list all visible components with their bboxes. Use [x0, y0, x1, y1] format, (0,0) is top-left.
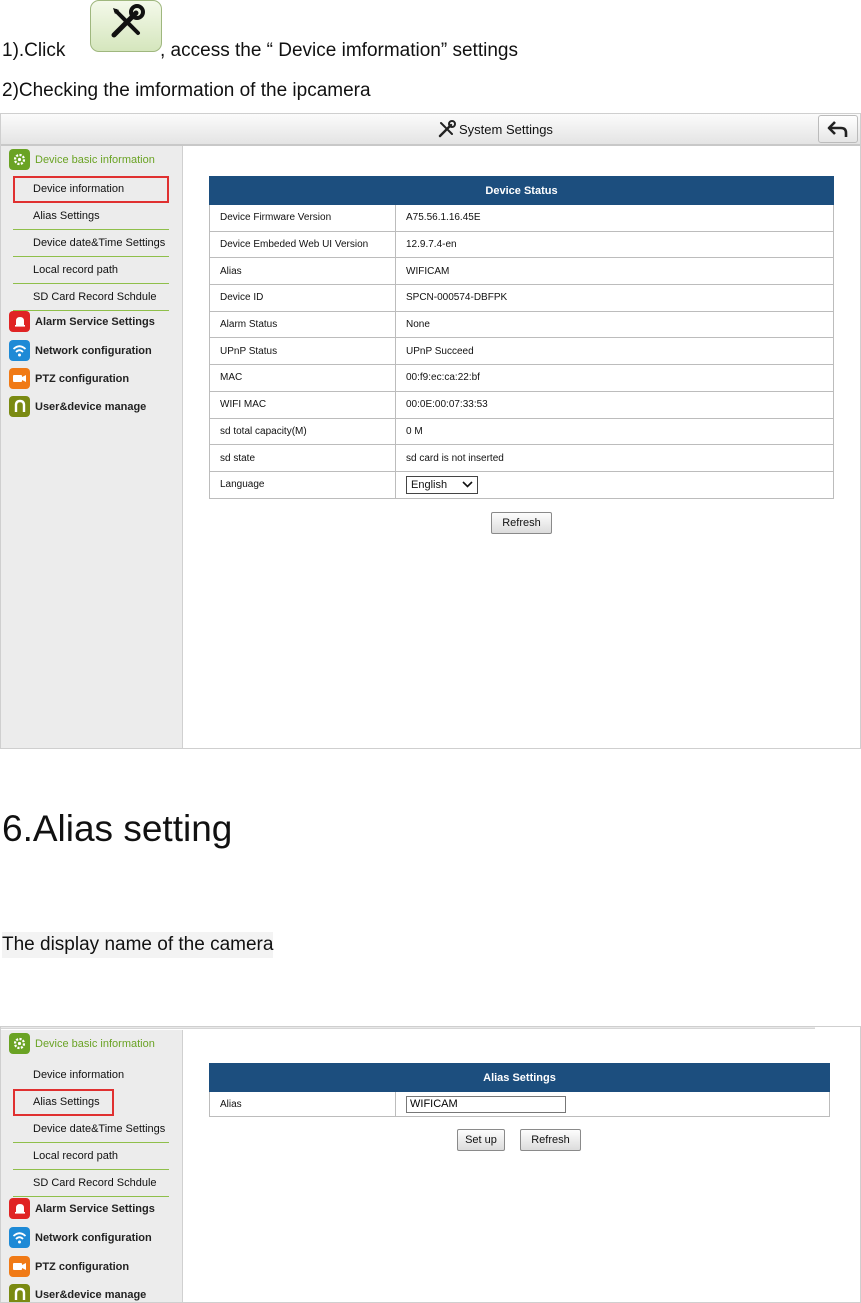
- table-row: Device Firmware Version A75.56.1.16.45E: [209, 204, 834, 232]
- status-label: sd state: [209, 444, 396, 472]
- table-row: Device Embeded Web UI Version 12.9.7.4-en: [209, 230, 834, 259]
- sidebar-item-device-information[interactable]: Device information: [13, 176, 169, 203]
- status-value: None: [395, 310, 834, 339]
- sidebar-item-date-time-settings[interactable]: Device date&Time Settings: [13, 1116, 169, 1143]
- wifi-icon: [9, 340, 30, 361]
- status-label: sd total capacity(M): [209, 417, 396, 446]
- sidebar-item-local-record-path[interactable]: Local record path: [13, 257, 169, 284]
- status-value: 0 M: [395, 417, 834, 446]
- device-status-table: Device Status Device Firmware Version A75…: [209, 176, 834, 499]
- sidebar-group-network-configuration[interactable]: Network configuration: [9, 1227, 152, 1248]
- language-label: Language: [209, 470, 396, 499]
- sidebar-item-sd-card-record-schedule[interactable]: SD Card Record Schdule: [13, 284, 169, 311]
- table-row: UPnP Status UPnP Succeed: [209, 337, 834, 366]
- sidebar-item-alias-settings[interactable]: Alias Settings: [13, 1089, 114, 1116]
- step-2-instruction: 2)Checking the imformation of the ipcame…: [2, 80, 371, 101]
- status-value: A75.56.1.16.45E: [395, 204, 834, 232]
- device-status-title: Device Status: [209, 176, 834, 205]
- wifi-icon: [9, 1227, 30, 1248]
- alias-settings-screenshot: Device basic information Device informat…: [0, 1026, 861, 1303]
- section-description: The display name of the camera: [2, 932, 274, 958]
- chevron-down-icon: [462, 481, 473, 488]
- status-value: 12.9.7.4-en: [395, 230, 834, 259]
- table-row: WIFI MAC 00:0E:00:07:33:53: [209, 390, 834, 419]
- set-up-button[interactable]: Set up: [457, 1129, 505, 1151]
- user-manage-icon: [9, 396, 30, 417]
- alias-label: Alias: [209, 1091, 396, 1117]
- device-information-screenshot: System Settings Device basic information…: [0, 113, 861, 749]
- sidebar-item-date-time-settings[interactable]: Device date&Time Settings: [13, 230, 169, 257]
- sidebar-group-network-configuration[interactable]: Network configuration: [9, 340, 152, 361]
- system-settings-tool-button[interactable]: [90, 0, 162, 52]
- gear-icon: [9, 149, 30, 170]
- status-label: Device Embeded Web UI Version: [209, 230, 396, 259]
- status-label: WIFI MAC: [209, 390, 396, 419]
- status-label: Device ID: [209, 284, 396, 312]
- sidebar-group-user-device-manage[interactable]: User&device manage: [9, 1284, 146, 1302]
- status-label: MAC: [209, 364, 396, 392]
- language-select[interactable]: English: [406, 475, 478, 494]
- alias-cell: [395, 1091, 830, 1117]
- tools-icon: [111, 4, 145, 38]
- table-row: sd state sd card is not inserted: [209, 444, 834, 472]
- user-manage-icon: [9, 1284, 30, 1302]
- alias-settings-title: Alias Settings: [209, 1063, 830, 1092]
- back-button[interactable]: [818, 115, 858, 143]
- settings-sidebar: Device basic information Device informat…: [1, 1030, 183, 1302]
- sidebar-item-device-information[interactable]: Device information: [13, 1062, 169, 1089]
- status-value: 00:0E:00:07:33:53: [395, 390, 834, 419]
- status-label: Alarm Status: [209, 310, 396, 339]
- sidebar-item-alias-settings[interactable]: Alias Settings: [13, 203, 169, 230]
- refresh-button[interactable]: Refresh: [520, 1129, 581, 1151]
- bell-icon: [9, 1198, 30, 1219]
- sidebar-group-device-basic-information[interactable]: Device basic information: [9, 1033, 155, 1054]
- status-value: UPnP Succeed: [395, 337, 834, 366]
- table-row: sd total capacity(M) 0 M: [209, 417, 834, 446]
- ptz-camera-icon: [9, 368, 30, 389]
- status-value: WIFICAM: [395, 257, 834, 286]
- status-label: Alias: [209, 257, 396, 286]
- sidebar-group-ptz-configuration[interactable]: PTZ configuration: [9, 1256, 129, 1277]
- table-row: MAC 00:f9:ec:ca:22:bf: [209, 364, 834, 392]
- ptz-camera-icon: [9, 1256, 30, 1277]
- system-settings-title: System Settings: [437, 120, 553, 138]
- refresh-button[interactable]: Refresh: [491, 512, 552, 534]
- tools-icon: [438, 120, 456, 138]
- table-row: Alias WIFICAM: [209, 257, 834, 286]
- system-settings-label: System Settings: [459, 121, 553, 137]
- language-cell: English: [395, 470, 834, 499]
- status-value: SPCN-000574-DBFPK: [395, 284, 834, 312]
- section-heading-alias-setting: 6.Alias setting: [2, 808, 233, 849]
- alias-settings-table: Alias Settings Alias: [209, 1063, 830, 1117]
- status-value: 00:f9:ec:ca:22:bf: [395, 364, 834, 392]
- sidebar-item-local-record-path[interactable]: Local record path: [13, 1143, 169, 1170]
- gear-icon: [9, 1033, 30, 1054]
- sidebar-group-alarm-service[interactable]: Alarm Service Settings: [9, 1198, 155, 1219]
- alias-input[interactable]: [406, 1095, 566, 1113]
- sidebar-group-alarm-service[interactable]: Alarm Service Settings: [9, 311, 155, 332]
- back-arrow-icon: [827, 121, 848, 137]
- step-1-suffix: , access the “ Device imformation” setti…: [160, 40, 518, 61]
- bell-icon: [9, 311, 30, 332]
- sidebar-group-device-basic-information[interactable]: Device basic information: [9, 149, 155, 170]
- settings-sidebar: Device basic information Device informat…: [1, 146, 183, 748]
- sidebar-item-sd-card-record-schedule[interactable]: SD Card Record Schdule: [13, 1170, 169, 1197]
- step-1-prefix: 1).Click: [2, 40, 66, 61]
- status-label: UPnP Status: [209, 337, 396, 366]
- system-settings-header: System Settings: [1, 114, 860, 146]
- sidebar-group-ptz-configuration[interactable]: PTZ configuration: [9, 368, 129, 389]
- device-status-rows: Device Firmware Version A75.56.1.16.45E De…: [209, 204, 834, 499]
- alias-row: Alias: [209, 1091, 830, 1117]
- table-row: Alarm Status None: [209, 310, 834, 339]
- status-label: Device Firmware Version: [209, 204, 396, 232]
- status-value: sd card is not inserted: [395, 444, 834, 472]
- sidebar-group-user-device-manage[interactable]: User&device manage: [9, 396, 146, 417]
- alias-screen-header: [1, 1027, 815, 1029]
- status-row-language: Language English: [209, 470, 834, 499]
- table-row: Device ID SPCN-000574-DBFPK: [209, 284, 834, 312]
